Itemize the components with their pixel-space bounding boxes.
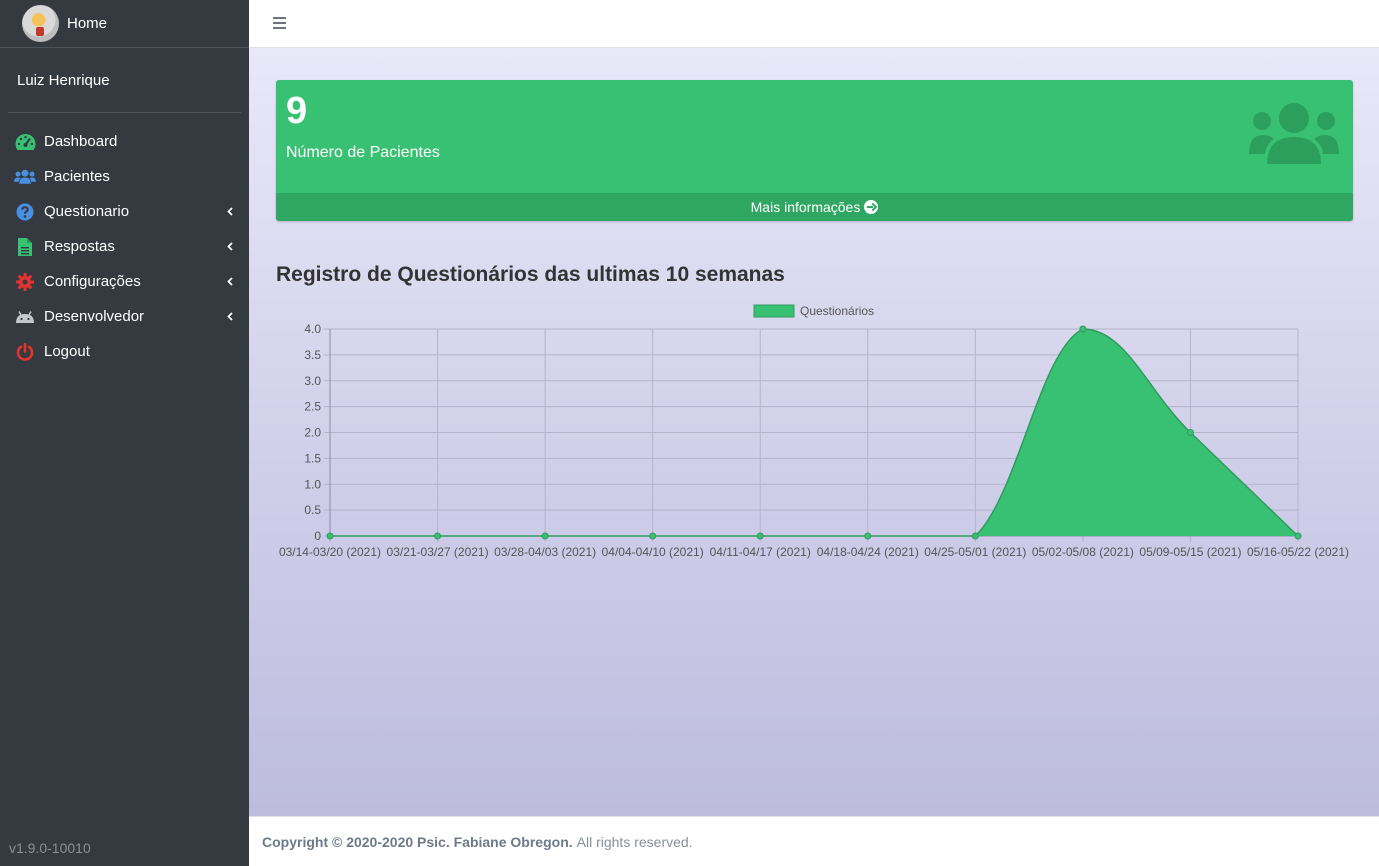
y-tick-label: 0.5: [304, 503, 321, 517]
question-circle-icon: [14, 202, 36, 222]
arrow-circle-right-icon: [864, 200, 879, 214]
y-tick-label: 1.5: [304, 451, 321, 465]
y-tick-label: 3.5: [304, 348, 321, 362]
chevron-left-icon: [227, 242, 233, 251]
page-footer: Copyright © 2020-2020 Psic. Fabiane Obre…: [249, 816, 1379, 866]
rights-text: All rights reserved.: [576, 833, 693, 850]
tachometer-icon: [14, 132, 36, 152]
file-icon: [14, 237, 36, 257]
more-info-label: Mais informações: [750, 199, 861, 215]
x-tick-label: 03/21-03/27 (2021): [387, 545, 489, 559]
chart-canvas: 0 0.5 1.0 1.5 2.0 2.5 3.0 3.5 4.0 03/14-03/20 (20…: [279, 304, 1349, 559]
data-point: [1294, 532, 1302, 540]
user-panel[interactable]: Luiz Henrique: [8, 48, 241, 113]
chart-heading: Registro de Questionários das ultimas 10…: [276, 263, 785, 286]
x-tick-label: 03/14-03/20 (2021): [279, 545, 381, 559]
chevron-left-icon: [227, 277, 233, 286]
top-navbar: [249, 0, 1379, 48]
sidebar-item-respostas[interactable]: Respostas: [0, 229, 249, 264]
y-tick-label: 2.5: [304, 400, 321, 414]
app-version: v1.9.0-10010: [9, 840, 91, 856]
sidebar-item-configuracoes[interactable]: Configurações: [0, 264, 249, 299]
y-tick-label: 2.0: [304, 426, 321, 440]
brand-title: Home: [67, 15, 108, 32]
y-tick-label: 3.0: [304, 374, 321, 388]
copyright-text: Copyright © 2020-2020 Psic. Fabiane Obre…: [262, 833, 573, 850]
data-point: [756, 532, 764, 540]
x-tick-label: 05/16-05/22 (2021): [1247, 545, 1349, 559]
patients-stat-box: 9 Número de Pacientes Mais informações: [276, 80, 1353, 221]
data-point: [864, 532, 872, 540]
more-info-link[interactable]: Mais informações: [276, 193, 1353, 221]
sidebar-item-desenvolvedor[interactable]: Desenvolvedor: [0, 299, 249, 334]
x-tick-label: 04/11-04/17 (2021): [710, 545, 811, 559]
menu-toggle-icon[interactable]: [273, 17, 286, 29]
data-point: [1186, 429, 1194, 436]
x-tick-label: 05/09-05/15 (2021): [1139, 545, 1241, 559]
data-point: [649, 532, 657, 540]
user-name: Luiz Henrique: [17, 71, 110, 89]
data-point: [1079, 325, 1087, 333]
questionnaire-chart: 0 0.5 1.0 1.5 2.0 2.5 3.0 3.5 4.0 03/14-03/20 (20…: [276, 303, 1356, 573]
legend-label: Questionários: [800, 304, 874, 318]
x-tick-label: 04/25-05/01 (2021): [924, 545, 1026, 559]
content-wrapper: 9 Número de Pacientes Mais informações R…: [249, 48, 1379, 816]
sidebar-nav: Dashboard Pacientes Questionario Respost…: [0, 124, 249, 369]
x-tick-label: 03/28-04/03 (2021): [494, 545, 596, 559]
sidebar-item-label: Desenvolvedor: [44, 308, 145, 325]
sidebar-item-label: Questionario: [44, 203, 130, 220]
data-point: [971, 532, 979, 540]
x-tick-label: 04/04-04/10 (2021): [602, 545, 704, 559]
y-tick-label: 0: [314, 529, 321, 543]
sidebar-item-label: Dashboard: [44, 133, 118, 150]
sidebar-item-logout[interactable]: Logout: [0, 334, 249, 369]
x-tick-label: 04/18-04/24 (2021): [817, 545, 919, 559]
power-icon: [14, 342, 36, 362]
data-point: [541, 532, 549, 540]
brand-logo: [22, 5, 59, 42]
y-tick-label: 1.0: [304, 477, 321, 491]
data-point: [326, 532, 334, 540]
sidebar: Home Luiz Henrique Dashboard Pacientes Q…: [0, 0, 249, 866]
sidebar-item-label: Configurações: [44, 273, 141, 290]
users-icon: [1249, 103, 1339, 164]
sidebar-item-dashboard[interactable]: Dashboard: [0, 124, 249, 159]
gear-icon: [14, 272, 36, 292]
y-tick-label: 4.0: [304, 322, 321, 336]
stat-label: Número de Pacientes: [286, 144, 440, 161]
sidebar-item-label: Pacientes: [44, 168, 110, 185]
legend-swatch: [753, 304, 795, 318]
chevron-left-icon: [227, 312, 233, 321]
stat-value: 9: [286, 90, 308, 132]
sidebar-item-label: Logout: [44, 343, 90, 360]
chevron-left-icon: [227, 207, 233, 216]
x-tick-label: 05/02-05/08 (2021): [1032, 545, 1134, 559]
brand-link[interactable]: Home: [0, 0, 249, 48]
data-point: [434, 532, 442, 540]
sidebar-item-label: Respostas: [44, 238, 115, 255]
sidebar-item-pacientes[interactable]: Pacientes: [0, 159, 249, 194]
users-icon: [14, 167, 36, 187]
sidebar-item-questionario[interactable]: Questionario: [0, 194, 249, 229]
android-icon: [14, 307, 36, 327]
